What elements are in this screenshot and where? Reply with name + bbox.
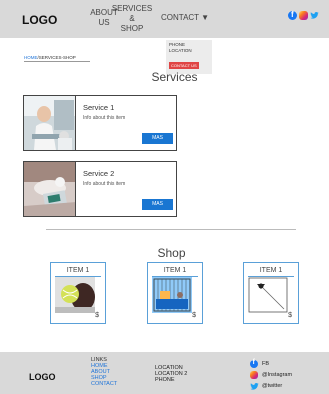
item-title: ITEM 1: [259, 267, 283, 274]
facebook-icon: [250, 359, 258, 368]
header-social: [288, 10, 319, 20]
twitter-icon: [250, 382, 259, 390]
contact-dropdown: PHONE LOCATION CONTACT US: [166, 40, 212, 74]
service-info: Info about this item: [83, 181, 126, 187]
header-logo[interactable]: LOGO: [22, 13, 57, 27]
footer-social-instagram[interactable]: @Instagram: [250, 369, 292, 380]
service-info: Info about this item: [83, 115, 126, 121]
image-placeholder-icon: [248, 277, 288, 313]
section-divider: [46, 229, 296, 230]
header: LOGO ABOUT US SERVICES & SHOP CONTACT ▼: [0, 0, 329, 38]
shop-item-card[interactable]: ITEM 1 $: [243, 262, 299, 324]
twitter-icon[interactable]: [310, 11, 319, 20]
footer-logo[interactable]: LOGO: [29, 372, 56, 382]
nav-contact[interactable]: CONTACT ▼: [161, 13, 213, 23]
services-heading: Services: [151, 70, 198, 84]
item-image-dog-toy: [55, 277, 95, 313]
nav-contact-label: CONTACT: [161, 13, 200, 22]
item-title: ITEM 1: [66, 267, 90, 274]
footer-links: LINKS HOME ABOUT SHOP CONTACT: [91, 357, 117, 387]
nav-services-label: SERVICES: [111, 4, 153, 13]
footer-link-contact[interactable]: CONTACT: [91, 381, 117, 387]
nav-shop-label: SHOP: [120, 24, 144, 33]
breadcrumb-current: SERVICES-SHOP: [38, 55, 76, 60]
footer-twitter-label: @twitter: [262, 382, 283, 389]
footer-instagram-label: @Instagram: [262, 371, 293, 378]
item-image-cage: [152, 277, 192, 313]
nav-services-shop[interactable]: SERVICES & SHOP: [106, 4, 158, 34]
footer-social-fb[interactable]: FB: [250, 358, 292, 369]
footer-fb-label: FB: [262, 360, 270, 367]
footer: LOGO LINKS HOME ABOUT SHOP CONTACT LOCAT…: [0, 352, 329, 394]
nav-services-amp: &: [129, 14, 135, 23]
item-price: $: [95, 312, 99, 319]
service-card: Service 1 Info about this item MAS: [23, 95, 177, 151]
footer-phone: PHONE: [155, 377, 175, 383]
footer-social-twitter[interactable]: @twitter: [250, 380, 292, 391]
caret-down-icon: ▼: [201, 13, 209, 22]
mas-button[interactable]: MAS: [142, 199, 173, 210]
item-price: $: [192, 312, 196, 319]
service-title: Service 2: [83, 169, 115, 178]
shop-item-card[interactable]: ITEM 1 $: [50, 262, 106, 324]
facebook-icon[interactable]: [288, 10, 297, 20]
item-price: $: [288, 312, 292, 319]
mas-button[interactable]: MAS: [142, 133, 173, 144]
instagram-icon: [250, 370, 258, 379]
service-image-vet: [24, 162, 76, 216]
shop-item-card[interactable]: ITEM 1 $: [147, 262, 203, 324]
footer-contact: LOCATION LOCATION 2 PHONE: [155, 365, 187, 383]
service-image-lab: [24, 96, 76, 150]
footer-social: FB @Instagram @twitter: [250, 358, 292, 391]
breadcrumb: HOME/SERVICES-SHOP: [24, 55, 90, 62]
instagram-icon[interactable]: [299, 11, 308, 20]
shop-heading: Shop: [157, 246, 186, 260]
contact-us-button[interactable]: CONTACT US: [169, 62, 199, 69]
breadcrumb-home[interactable]: HOME: [24, 55, 38, 60]
item-title: ITEM 1: [163, 267, 187, 274]
service-card: Service 2 Info about this item MAS: [23, 161, 177, 217]
dropdown-location[interactable]: LOCATION: [169, 48, 209, 54]
service-title: Service 1: [83, 103, 115, 112]
